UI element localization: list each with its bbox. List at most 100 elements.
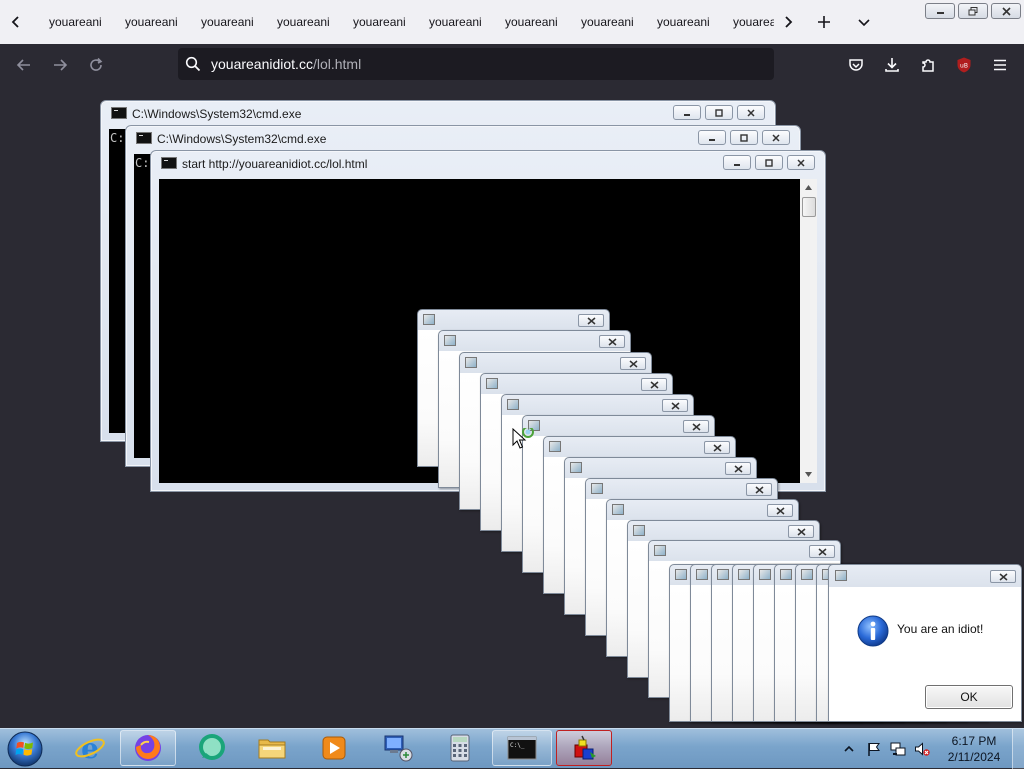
show-desktop-button[interactable] xyxy=(1012,729,1024,769)
close-icon[interactable] xyxy=(788,525,814,538)
ublock-origin-icon[interactable]: uB xyxy=(951,52,977,78)
reload-icon[interactable] xyxy=(83,52,109,78)
tab-9[interactable]: youareani xyxy=(646,8,722,36)
tab-2[interactable]: youareani xyxy=(114,8,190,36)
calculator-icon xyxy=(450,734,470,762)
restore-icon[interactable] xyxy=(958,3,988,19)
minimize-icon[interactable] xyxy=(698,130,726,145)
action-center-flag-icon[interactable] xyxy=(866,741,882,757)
tab-scroll-left-icon[interactable] xyxy=(2,8,30,36)
browser-toolbar: youareanidiot.cc/lol.html uB xyxy=(0,44,1024,86)
tab-1[interactable]: youareani xyxy=(38,8,114,36)
taskbar-firefox[interactable] xyxy=(120,730,176,766)
close-icon[interactable] xyxy=(767,504,793,517)
close-icon[interactable] xyxy=(641,378,667,391)
network-status-icon[interactable] xyxy=(890,741,906,757)
cmd-icon xyxy=(111,107,127,119)
volume-muted-icon[interactable] xyxy=(914,741,930,757)
extensions-puzzle-icon[interactable] xyxy=(915,52,941,78)
close-icon[interactable] xyxy=(990,570,1016,583)
downloads-icon[interactable] xyxy=(879,52,905,78)
tab-5[interactable]: youareani xyxy=(342,8,418,36)
window-icon xyxy=(486,378,498,389)
search-icon xyxy=(185,56,201,72)
window-icon xyxy=(570,462,582,473)
system-clock[interactable]: 6:17 PM 2/11/2024 xyxy=(942,733,1006,765)
taskbar-file-explorer[interactable] xyxy=(244,730,300,766)
tab-8[interactable]: youareani xyxy=(570,8,646,36)
taskbar-command-prompt[interactable]: C:\_ xyxy=(492,730,552,766)
media-player-icon xyxy=(322,736,346,760)
scroll-up-icon[interactable] xyxy=(800,179,817,196)
alert-dialog[interactable]: You are an idiot! OK xyxy=(828,564,1022,722)
back-arrow-icon[interactable] xyxy=(11,52,37,78)
url-text[interactable]: youareanidiot.cc/lol.html xyxy=(211,48,361,80)
console-prompt: C: xyxy=(135,156,150,170)
tab-7[interactable]: youareani xyxy=(494,8,570,36)
cmd-icon xyxy=(136,132,152,144)
vertical-scrollbar[interactable] xyxy=(800,179,817,483)
taskbar-active-app[interactable] xyxy=(556,730,612,766)
window-icon xyxy=(675,569,687,580)
cmd-window-1-title: C:\Windows\System32\cmd.exe xyxy=(132,107,302,121)
chat-bubble-icon xyxy=(199,734,225,760)
maximize-icon[interactable] xyxy=(705,105,733,120)
close-window-icon[interactable] xyxy=(991,3,1021,19)
hamburger-menu-icon[interactable] xyxy=(987,52,1013,78)
folder-icon xyxy=(258,739,286,759)
window-icon xyxy=(465,357,477,368)
taskbar-media-player[interactable] xyxy=(306,730,362,766)
pocket-icon[interactable] xyxy=(843,52,869,78)
internet-explorer-icon: e xyxy=(75,732,105,764)
close-icon[interactable] xyxy=(599,335,625,348)
tab-scroll-right-icon[interactable] xyxy=(774,8,802,36)
address-bar[interactable]: youareanidiot.cc/lol.html xyxy=(178,48,774,80)
ok-button[interactable]: OK xyxy=(925,685,1013,709)
taskbar-calculator[interactable] xyxy=(432,730,488,766)
clock-time: 6:17 PM xyxy=(951,734,997,748)
command-prompt-icon: C:\_ xyxy=(507,736,537,760)
list-all-tabs-icon[interactable] xyxy=(850,8,878,36)
close-icon[interactable] xyxy=(787,155,815,170)
start-button-icon[interactable] xyxy=(6,730,44,768)
minimize-icon[interactable] xyxy=(673,105,701,120)
new-tab-icon[interactable] xyxy=(810,8,838,36)
scroll-down-icon[interactable] xyxy=(800,466,817,483)
maximize-icon[interactable] xyxy=(730,130,758,145)
tab-10[interactable]: youarea xyxy=(722,8,774,36)
cmd-window-3-title: start http://youareanidiot.cc/lol.html xyxy=(182,157,368,171)
close-icon[interactable] xyxy=(578,314,604,327)
close-icon[interactable] xyxy=(737,105,765,120)
close-icon[interactable] xyxy=(704,441,730,454)
tab-3[interactable]: youareani xyxy=(190,8,266,36)
taskbar-internet-explorer[interactable]: e xyxy=(62,730,118,766)
colored-blocks-icon xyxy=(574,735,596,760)
window-icon xyxy=(835,570,847,581)
scrollbar-thumb[interactable] xyxy=(802,197,816,217)
window-icon xyxy=(633,525,645,536)
window-icon xyxy=(654,545,666,556)
close-icon[interactable] xyxy=(746,483,772,496)
close-icon[interactable] xyxy=(809,545,835,558)
tab-4[interactable]: youareani xyxy=(266,8,342,36)
close-icon[interactable] xyxy=(683,420,709,433)
show-hidden-icons-icon[interactable] xyxy=(843,741,855,757)
taskbar-network[interactable] xyxy=(370,730,426,766)
console-prompt: C: xyxy=(110,131,125,145)
close-icon[interactable] xyxy=(762,130,790,145)
window-icon xyxy=(444,335,456,346)
busy-cursor-icon xyxy=(512,428,534,449)
minimize-icon[interactable] xyxy=(723,155,751,170)
forward-arrow-icon[interactable] xyxy=(47,52,73,78)
window-icon xyxy=(696,569,708,580)
window-icon xyxy=(423,314,435,325)
window-icon xyxy=(759,569,771,580)
minimize-icon[interactable] xyxy=(925,3,955,19)
close-icon[interactable] xyxy=(662,399,688,412)
window-icon xyxy=(507,399,519,410)
tab-6[interactable]: youareani xyxy=(418,8,494,36)
close-icon[interactable] xyxy=(620,357,646,370)
close-icon[interactable] xyxy=(725,462,751,475)
taskbar-chat-app[interactable] xyxy=(184,730,240,766)
maximize-icon[interactable] xyxy=(755,155,783,170)
